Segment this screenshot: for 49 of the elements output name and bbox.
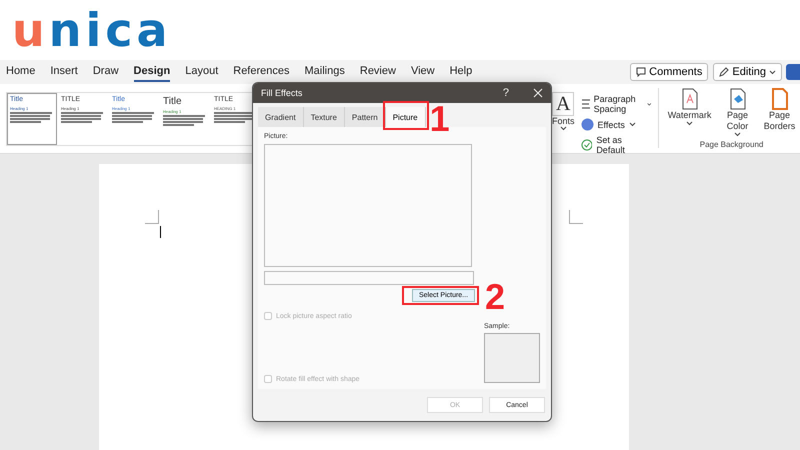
page-background-command[interactable]: Page Borders	[762, 88, 797, 137]
fonts-button[interactable]: A Fonts	[552, 92, 575, 131]
ribbon-tab[interactable]: Design	[134, 62, 170, 82]
ribbon-tab[interactable]: Mailings	[304, 62, 345, 82]
fonts-label: Fonts	[552, 116, 575, 126]
ribbon-tab[interactable]: Home	[6, 62, 36, 82]
sample-preview	[484, 333, 540, 383]
paragraph-spacing-icon	[580, 98, 590, 110]
dialog-tab[interactable]: Texture	[304, 107, 345, 127]
ribbon-tab[interactable]: References	[233, 62, 290, 82]
step-number: 2	[485, 279, 506, 315]
design-command[interactable]: Paragraph Spacing	[580, 94, 652, 114]
highlight-frame	[382, 101, 429, 130]
ribbon-tab[interactable]: Layout	[185, 62, 218, 82]
file-name-field[interactable]	[264, 271, 474, 285]
group-label: Page Background	[700, 140, 764, 149]
checkmark-circle-icon	[580, 139, 592, 151]
dialog-tab[interactable]: Gradient	[258, 107, 304, 127]
dialog-tab[interactable]: Pattern	[344, 107, 386, 127]
help-button[interactable]: ?	[502, 87, 509, 99]
editing-button[interactable]: Editing	[713, 63, 782, 81]
design-command[interactable]: Set as Default	[580, 135, 652, 155]
ribbon-tab[interactable]: Review	[360, 62, 396, 82]
page-color-icon	[728, 88, 747, 110]
comment-icon	[636, 67, 646, 77]
caret-icon	[734, 132, 742, 137]
page-background-command[interactable]: Page Color	[720, 88, 755, 137]
text-cursor	[160, 226, 161, 238]
ribbon-tab[interactable]: Help	[450, 62, 472, 82]
ribbon-tab[interactable]: View	[410, 62, 435, 82]
caret-icon	[769, 70, 776, 74]
design-command[interactable]: Effects	[580, 118, 652, 131]
caret-icon	[686, 120, 694, 126]
page-background-command[interactable]: Watermark	[666, 88, 713, 137]
dialog-title: Fill Effects	[261, 88, 302, 98]
effects-icon	[580, 118, 594, 131]
comments-button[interactable]: Comments	[630, 63, 708, 81]
dialog-tab[interactable]: Picture	[386, 107, 426, 127]
style-title: Title	[163, 96, 183, 107]
page-borders-icon	[770, 88, 789, 110]
close-icon[interactable]	[533, 88, 543, 98]
watermark-icon	[680, 88, 699, 110]
caret-icon	[560, 126, 567, 131]
step-number: 1	[430, 101, 450, 137]
ribbon-tab[interactable]: Insert	[50, 62, 78, 82]
unica-logo: u nica	[12, 7, 172, 53]
fonts-glyph: A	[552, 92, 574, 116]
ribbon-tab[interactable]: Draw	[92, 62, 119, 82]
pencil-icon	[719, 67, 730, 77]
